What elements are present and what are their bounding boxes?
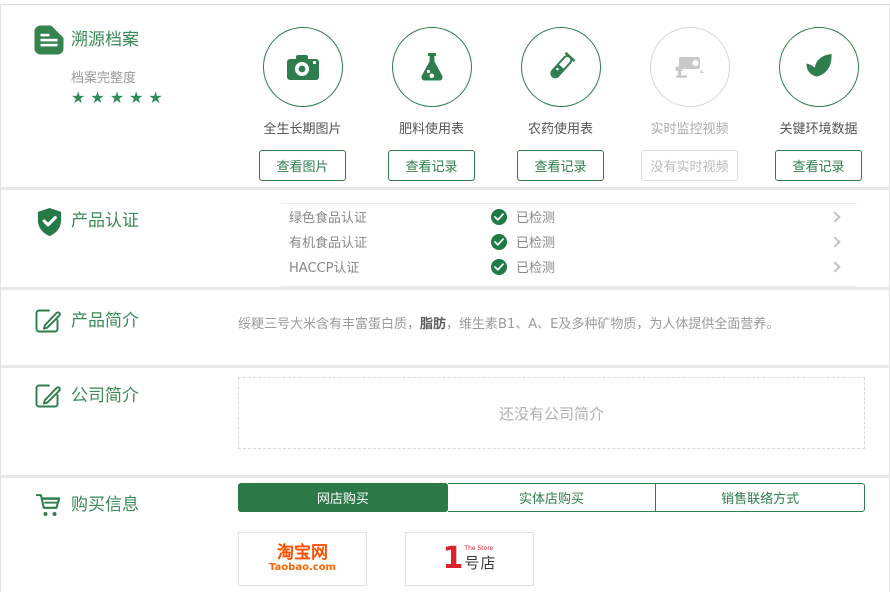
company-intro-empty-box: 还没有公司简介 xyxy=(238,377,865,449)
traceability-page: 溯源档案 档案完整度 ★★★★★ 全生长期图片 查看图片 xyxy=(0,0,890,608)
check-circle-icon xyxy=(491,209,507,225)
edit-icon xyxy=(34,381,71,413)
cert-row-organic-food[interactable]: 有机食品认证 已检测 xyxy=(281,229,857,254)
chevron-right-icon[interactable] xyxy=(829,261,840,272)
yhd-logo-subtext: The Store xyxy=(464,545,496,552)
tab-sales-contact[interactable]: 销售联络方式 xyxy=(656,483,865,512)
content-card: 溯源档案 档案完整度 ★★★★★ 全生长期图片 查看图片 xyxy=(0,4,890,592)
yhd-logo-text: 号店 xyxy=(464,552,496,573)
view-pesticide-button[interactable]: 查看记录 xyxy=(517,150,603,181)
cart-icon xyxy=(34,490,71,524)
cert-status-text: 已检测 xyxy=(516,257,555,276)
product-description: 绥粳三号大米含有丰富蛋白质，脂肪，维生素B1、A、E及多种矿物质，为人体提供全面… xyxy=(238,313,889,365)
no-live-video-button: 没有实时视频 xyxy=(641,150,737,181)
star-rating: ★★★★★ xyxy=(71,88,238,107)
chevron-right-icon[interactable] xyxy=(829,211,840,222)
company-intro-placeholder: 还没有公司简介 xyxy=(499,403,604,424)
archive-item-growth-photos: 全生长期图片 查看图片 xyxy=(238,27,367,187)
tab-online-store[interactable]: 网店购买 xyxy=(238,483,448,512)
product-intro-header: 产品简介 xyxy=(1,290,238,365)
archive-item-label: 肥料使用表 xyxy=(399,118,464,137)
product-description-start: 绥粳三号大米含有丰富蛋白质， xyxy=(238,317,420,332)
view-photos-button[interactable]: 查看图片 xyxy=(259,150,345,181)
leaves-icon[interactable] xyxy=(779,27,859,107)
camera-icon[interactable] xyxy=(263,27,343,107)
company-intro-header: 公司简介 xyxy=(1,368,238,475)
taobao-logo[interactable]: 淘宝网 Taobao.com xyxy=(238,532,367,586)
section-certification: 产品认证 绿色食品认证 已检测 有机食品认证 xyxy=(1,187,889,287)
cctv-icon xyxy=(650,27,730,107)
cert-row-green-food[interactable]: 绿色食品认证 已检测 xyxy=(281,204,857,229)
purchase-tabs: 网店购买 实体店购买 销售联络方式 xyxy=(238,483,865,512)
archive-item-label: 全生长期图片 xyxy=(263,118,341,137)
view-fertilizer-button[interactable]: 查看记录 xyxy=(388,150,474,181)
section-archive: 溯源档案 档案完整度 ★★★★★ 全生长期图片 查看图片 xyxy=(1,5,889,187)
cert-status-text: 已检测 xyxy=(516,207,555,226)
archive-item-fertilizer: 肥料使用表 查看记录 xyxy=(367,27,496,187)
archive-item-live-video: 实时监控视频 没有实时视频 xyxy=(625,27,754,187)
archive-header: 溯源档案 档案完整度 ★★★★★ xyxy=(1,5,238,187)
tab-physical-store[interactable]: 实体店购买 xyxy=(448,483,657,512)
section-title-archive: 溯源档案 xyxy=(71,25,139,55)
flask-icon[interactable] xyxy=(392,27,472,107)
section-company-intro: 公司简介 还没有公司简介 xyxy=(1,365,889,475)
cert-status-text: 已检测 xyxy=(516,232,555,251)
archive-items: 全生长期图片 查看图片 肥料使用表 查看记录 xyxy=(238,5,889,187)
certification-list: 绿色食品认证 已检测 有机食品认证 已检测 xyxy=(281,203,857,287)
archive-item-label: 关键环境数据 xyxy=(779,118,857,137)
cert-name: HACCP认证 xyxy=(289,257,491,276)
view-environment-button[interactable]: 查看记录 xyxy=(775,150,861,181)
taobao-logo-subtext: Taobao.com xyxy=(269,563,336,574)
test-tube-icon[interactable] xyxy=(521,27,601,107)
taobao-logo-text: 淘宝网 xyxy=(269,545,336,563)
edit-icon xyxy=(34,306,71,338)
cert-row-haccp[interactable]: HACCP认证 已检测 xyxy=(281,254,857,279)
document-icon xyxy=(34,25,71,59)
certification-header: 产品认证 xyxy=(1,190,238,287)
yhd-logo[interactable]: 1 The Store 号店 xyxy=(405,532,534,586)
check-circle-icon xyxy=(491,259,507,275)
archive-item-label: 实时监控视频 xyxy=(650,118,728,137)
section-title-purchase: 购买信息 xyxy=(71,490,139,520)
cert-name: 绿色食品认证 xyxy=(289,207,491,226)
check-circle-icon xyxy=(491,234,507,250)
archive-item-pesticide: 农药使用表 查看记录 xyxy=(496,27,625,187)
section-title-product-intro: 产品简介 xyxy=(71,306,139,336)
cert-name: 有机食品认证 xyxy=(289,232,491,251)
product-description-end: ，维生素B1、A、E及多种矿物质，为人体提供全面营养。 xyxy=(446,317,779,332)
store-logos: 淘宝网 Taobao.com 1 The Store 号店 xyxy=(238,532,865,586)
purchase-header: 购买信息 xyxy=(1,478,238,592)
shield-check-icon xyxy=(34,206,71,242)
product-description-bold: 脂肪 xyxy=(420,317,446,332)
archive-item-environment: 关键环境数据 查看记录 xyxy=(754,27,883,187)
section-title-certification: 产品认证 xyxy=(71,206,139,236)
section-purchase: 购买信息 网店购买 实体店购买 销售联络方式 淘宝网 Taobao.com 1 xyxy=(1,475,889,592)
section-product-intro: 产品简介 绥粳三号大米含有丰富蛋白质，脂肪，维生素B1、A、E及多种矿物质，为人… xyxy=(1,287,889,365)
archive-item-label: 农药使用表 xyxy=(528,118,593,137)
purchase-content: 网店购买 实体店购买 销售联络方式 淘宝网 Taobao.com 1 The S… xyxy=(238,478,889,592)
section-title-company-intro: 公司简介 xyxy=(71,381,139,411)
yhd-logo-numeral: 1 xyxy=(443,544,464,574)
chevron-right-icon[interactable] xyxy=(829,236,840,247)
completeness-label: 档案完整度 xyxy=(71,67,238,86)
